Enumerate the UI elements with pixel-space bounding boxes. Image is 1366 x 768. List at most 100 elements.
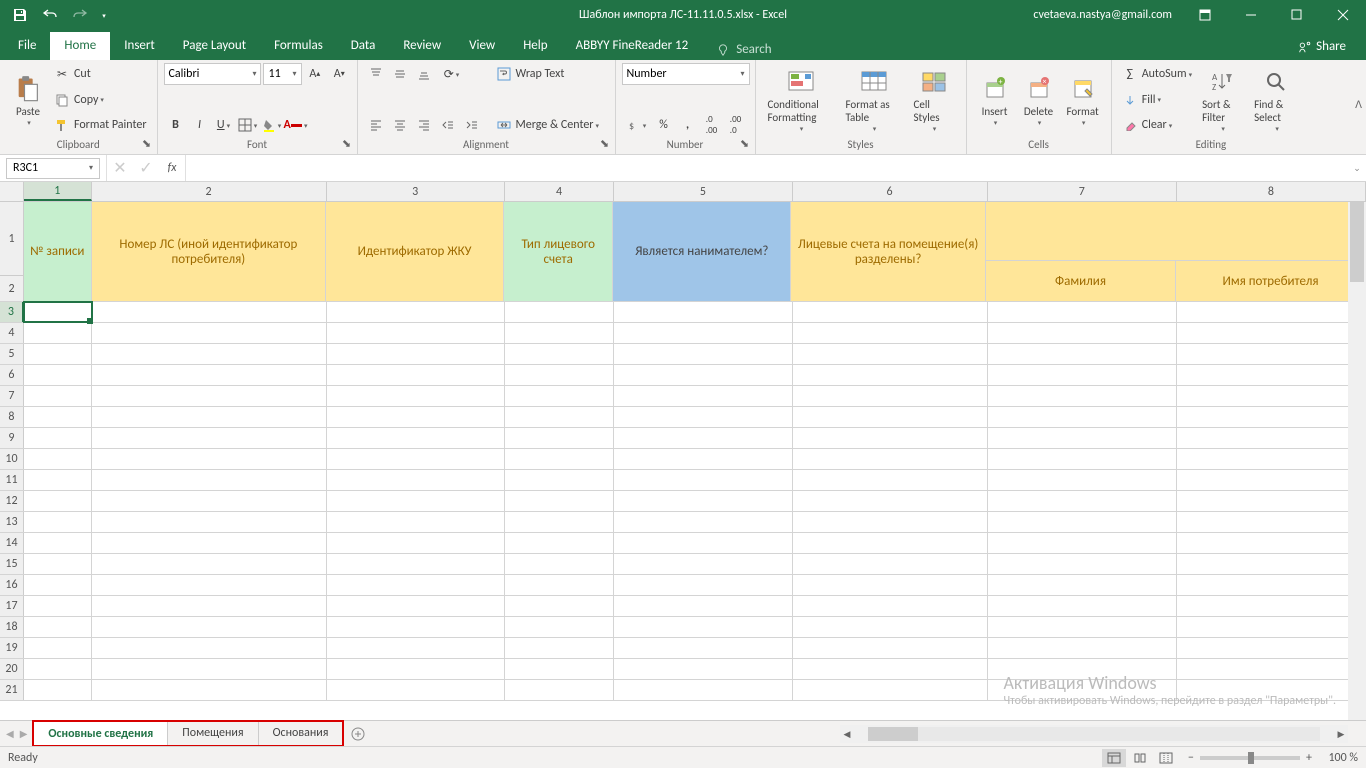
cell[interactable]: [92, 533, 327, 553]
cell[interactable]: [988, 491, 1177, 511]
row-header-4[interactable]: 4: [0, 323, 24, 343]
cell[interactable]: [505, 554, 615, 574]
underline-button[interactable]: U▾: [212, 114, 236, 136]
cell[interactable]: [24, 407, 92, 427]
cell[interactable]: [988, 512, 1177, 532]
orientation-button[interactable]: ⟳▾: [436, 63, 468, 85]
cell[interactable]: [505, 638, 615, 658]
align-center-button[interactable]: [388, 114, 412, 136]
accounting-format-button[interactable]: $▾: [622, 114, 652, 136]
cell[interactable]: [614, 428, 792, 448]
cell[interactable]: [327, 554, 505, 574]
increase-decimal-button[interactable]: .0.00: [700, 114, 724, 136]
cell[interactable]: [505, 617, 615, 637]
header-cell-3[interactable]: Идентификатор ЖКУ: [326, 202, 504, 301]
decrease-font-button[interactable]: A▾: [328, 63, 350, 85]
name-box[interactable]: R3C1▾: [6, 158, 100, 179]
cell[interactable]: [1177, 659, 1366, 679]
row-header-16[interactable]: 16: [0, 575, 24, 595]
cell-styles-button[interactable]: Cell Styles▾: [908, 63, 960, 136]
row-header-8[interactable]: 8: [0, 407, 24, 427]
header-cell-2[interactable]: Номер ЛС (иной идентификатор потребителя…: [92, 202, 327, 301]
cell[interactable]: [92, 512, 327, 532]
cell[interactable]: [92, 470, 327, 490]
cell[interactable]: [24, 302, 92, 322]
cell[interactable]: [614, 533, 792, 553]
cell[interactable]: [1177, 512, 1366, 532]
cell[interactable]: [505, 344, 615, 364]
cell[interactable]: [614, 365, 792, 385]
cell[interactable]: [988, 638, 1177, 658]
cell[interactable]: [614, 344, 792, 364]
cell[interactable]: [614, 407, 792, 427]
cell[interactable]: [1177, 407, 1366, 427]
cell[interactable]: [988, 575, 1177, 595]
cell[interactable]: [614, 575, 792, 595]
cell[interactable]: [793, 575, 988, 595]
row-header-3[interactable]: 3: [0, 302, 24, 322]
cell[interactable]: [988, 386, 1177, 406]
save-button[interactable]: [6, 3, 34, 27]
cell[interactable]: [988, 449, 1177, 469]
cell[interactable]: [614, 449, 792, 469]
cell[interactable]: [24, 575, 92, 595]
tab-review[interactable]: Review: [389, 32, 455, 60]
cell[interactable]: [505, 302, 615, 322]
row-header-21[interactable]: 21: [0, 680, 24, 700]
cell[interactable]: [793, 491, 988, 511]
cell[interactable]: [793, 428, 988, 448]
clear-button[interactable]: Clear▾: [1118, 114, 1196, 136]
row-header-9[interactable]: 9: [0, 428, 24, 448]
select-all-corner[interactable]: [0, 182, 24, 201]
cell[interactable]: [327, 449, 505, 469]
align-bottom-button[interactable]: [412, 63, 436, 85]
cell[interactable]: [327, 533, 505, 553]
cell[interactable]: [24, 554, 92, 574]
cell[interactable]: [1177, 533, 1366, 553]
tab-help[interactable]: Help: [509, 32, 561, 60]
col-header-5[interactable]: 5: [614, 182, 792, 201]
cell[interactable]: [505, 533, 615, 553]
cell[interactable]: [1177, 323, 1366, 343]
new-sheet-button[interactable]: [343, 726, 373, 742]
clipboard-dialog-launcher[interactable]: ⬊: [141, 137, 153, 149]
header-cell-8[interactable]: Имя потребителя: [1176, 261, 1366, 301]
zoom-out-button[interactable]: −: [1188, 751, 1194, 765]
cell[interactable]: [614, 554, 792, 574]
tab-formulas[interactable]: Formulas: [260, 32, 337, 60]
cell[interactable]: [24, 386, 92, 406]
collapse-ribbon-button[interactable]: ᐱ: [1355, 98, 1362, 111]
zoom-in-button[interactable]: +: [1306, 751, 1312, 765]
cell[interactable]: [92, 491, 327, 511]
font-name-combo[interactable]: Calibri▾: [164, 63, 262, 85]
ribbon-display-options[interactable]: [1182, 0, 1228, 30]
minimize-button[interactable]: [1228, 0, 1274, 30]
cell[interactable]: [92, 617, 327, 637]
decrease-indent-button[interactable]: [436, 114, 460, 136]
cell[interactable]: [988, 617, 1177, 637]
tab-page-layout[interactable]: Page Layout: [169, 32, 260, 60]
cell[interactable]: [988, 323, 1177, 343]
row-header-15[interactable]: 15: [0, 554, 24, 574]
cell[interactable]: [505, 596, 615, 616]
cell[interactable]: [327, 344, 505, 364]
cell[interactable]: [327, 491, 505, 511]
cell[interactable]: [614, 302, 792, 322]
header-cell-1[interactable]: № записи: [24, 202, 92, 301]
col-header-6[interactable]: 6: [793, 182, 988, 201]
user-email[interactable]: cvetaeva.nastya@gmail.com: [1023, 8, 1182, 22]
cell[interactable]: [505, 575, 615, 595]
cell[interactable]: [24, 617, 92, 637]
cell[interactable]: [327, 386, 505, 406]
paste-button[interactable]: Paste ▾: [6, 63, 50, 136]
row-header-12[interactable]: 12: [0, 491, 24, 511]
sheet-nav-prev[interactable]: ◀: [6, 727, 14, 740]
cell[interactable]: [24, 365, 92, 385]
cell[interactable]: [24, 470, 92, 490]
copy-button[interactable]: Copy▾: [50, 89, 151, 111]
cancel-formula-button[interactable]: ✕: [107, 158, 133, 179]
row-header-6[interactable]: 6: [0, 365, 24, 385]
cell[interactable]: [793, 680, 988, 700]
cell[interactable]: [1177, 449, 1366, 469]
sort-filter-button[interactable]: AZ Sort & Filter▾: [1196, 63, 1248, 136]
